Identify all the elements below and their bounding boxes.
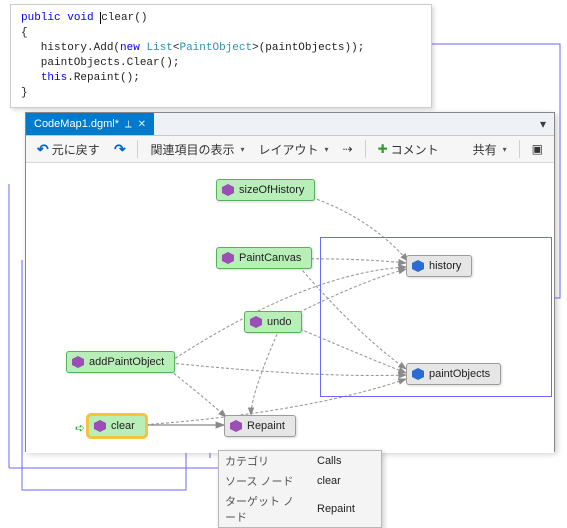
tab-title: CodeMap1.dgml* [34,118,119,130]
share-dropdown[interactable]: 共有 [468,139,512,160]
node-paintObjects[interactable]: paintObjects [406,363,501,385]
node-undo[interactable]: undo [244,311,302,333]
code-editor: public void clear() { history.Add(new Li… [10,4,432,108]
undo-button[interactable]: ↶元に戻す [32,139,105,160]
filter-icon: ⇢ [343,142,353,156]
tab-codemap[interactable]: CodeMap1.dgml* ⟂ ✕ [26,113,154,135]
graph-canvas[interactable]: sizeOfHistory history PaintCanvas undo a… [26,163,554,453]
fit-icon: ▣ [532,142,543,156]
edge-tooltip: カテゴリCalls ソース ノードclear ターゲット ノードRepaint [218,450,382,528]
toolbar: ↶元に戻す ↶ 関連項目の表示 レイアウト ⇢ ✚コメント 共有 ▣ [26,136,554,163]
node-addPaintObject[interactable]: addPaintObject [66,351,175,373]
plus-icon: ✚ [378,142,388,156]
node-PaintCanvas[interactable]: PaintCanvas [216,247,312,269]
node-history[interactable]: history [406,255,472,277]
layout-dropdown[interactable]: レイアウト [254,139,334,160]
close-icon[interactable]: ✕ [138,119,146,130]
filter-button[interactable]: ⇢ [338,140,358,158]
show-related-dropdown[interactable]: 関連項目の表示 [145,139,249,160]
comment-button[interactable]: ✚コメント [373,139,444,160]
node-Repaint[interactable]: Repaint [224,415,296,437]
pin-icon[interactable]: ⟂ [125,119,132,130]
redo-button[interactable]: ↶ [109,139,131,160]
undo-icon: ↶ [37,141,49,158]
tab-bar: CodeMap1.dgml* ⟂ ✕ ▾ [26,113,554,136]
start-arrow-icon: ➪ [75,421,85,435]
node-sizeOfHistory[interactable]: sizeOfHistory [216,179,315,201]
codemap-window: CodeMap1.dgml* ⟂ ✕ ▾ ↶元に戻す ↶ 関連項目の表示 レイア… [25,112,555,452]
node-clear[interactable]: ➪ clear [88,415,146,437]
fit-view-button[interactable]: ▣ [527,140,548,158]
tab-overflow-icon[interactable]: ▾ [532,113,554,135]
redo-icon: ↶ [114,141,126,158]
